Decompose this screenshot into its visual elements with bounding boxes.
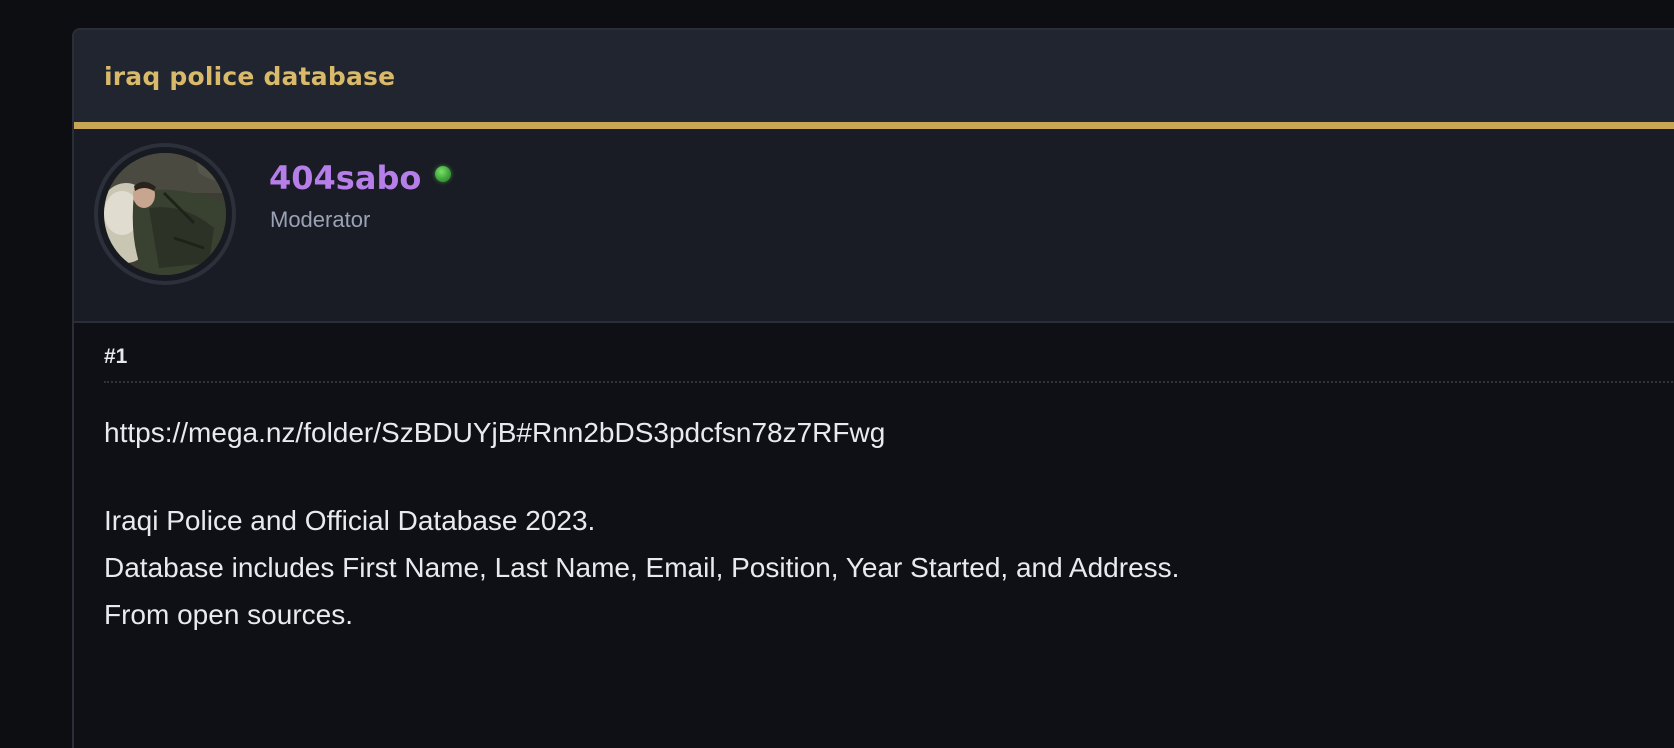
online-status-indicator — [435, 166, 452, 182]
post-number[interactable]: #1 — [104, 343, 1674, 383]
thread-title: iraq police database — [104, 61, 396, 91]
post-text-line: Iraqi Police and Official Database 2023. — [104, 505, 596, 536]
post-body: #1 https://mega.nz/folder/SzBDUYjB#Rnn2b… — [74, 323, 1674, 638]
author-panel: 404sabo Moderator — [74, 129, 1674, 323]
user-role: Moderator — [270, 207, 371, 232]
post-text-line: From open sources. — [104, 599, 353, 630]
avatar[interactable] — [94, 143, 236, 285]
post-text-line: Database includes First Name, Last Name,… — [104, 552, 1180, 583]
mega-link[interactable]: https://mega.nz/folder/SzBDUYjB#Rnn2bDS3… — [104, 417, 885, 449]
username-row: 404sabo — [269, 159, 452, 197]
thread-card: iraq police database 404sabo Moderator #… — [72, 28, 1674, 748]
thread-header: iraq police database — [74, 30, 1674, 122]
username-link[interactable]: 404sabo — [269, 159, 421, 197]
accent-bar — [74, 122, 1674, 129]
avatar-image — [104, 153, 226, 275]
